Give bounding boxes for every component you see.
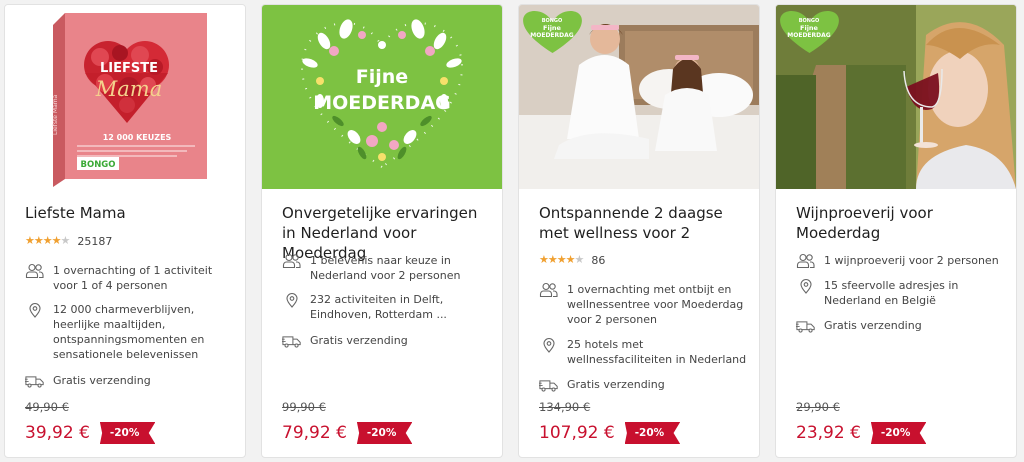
rating: ★ ★ ★ ★ ★ 25187 xyxy=(25,234,112,248)
discount-badge: -20% xyxy=(870,422,927,444)
star-icon: ★ xyxy=(42,234,53,247)
feature-people: 1 wijnproeverij voor 2 personen xyxy=(796,253,1006,269)
location-icon xyxy=(282,292,302,308)
feature-text: 25 hotels met wellnessfaciliteiten in Ne… xyxy=(567,338,747,366)
feature-location: 232 activiteiten in Delft, Eindhoven, Ro… xyxy=(282,292,492,322)
truck-icon xyxy=(25,373,45,389)
discount-badge: -20% xyxy=(99,422,156,444)
star-icon: ★ xyxy=(51,234,62,247)
truck-icon xyxy=(282,333,302,349)
sticker-line1: Fijne xyxy=(800,24,819,32)
old-price: 49,90 € xyxy=(25,400,69,414)
old-price: 29,90 € xyxy=(796,400,840,414)
feature-text: Gratis verzending xyxy=(310,334,408,347)
moederdag-heart-image: Fijne MOEDERDAG xyxy=(300,19,464,169)
product-image[interactable]: Fijne MOEDERDAG xyxy=(262,5,502,189)
star-empty-icon: ★ xyxy=(60,234,71,247)
star-icon: ★ xyxy=(556,253,567,266)
feature-text: 1 overnachting of 1 activiteit voor 1 of… xyxy=(53,264,213,292)
feature-shipping: Gratis verzending xyxy=(539,377,749,393)
price-row: 107,92 € -20% xyxy=(539,422,681,444)
price: 23,92 € xyxy=(796,423,861,443)
image-line2: MOEDERDAG xyxy=(313,92,451,114)
feature-people: 1 overnachting met ontbijt en wellnessen… xyxy=(539,282,749,327)
product-title[interactable]: Ontspannende 2 daagse met wellness voor … xyxy=(539,203,745,243)
price-row: 23,92 € -20% xyxy=(796,422,927,444)
price: 79,92 € xyxy=(282,423,347,443)
feature-shipping: Gratis verzending xyxy=(796,318,1006,334)
location-icon xyxy=(539,337,559,353)
feature-shipping: Gratis verzending xyxy=(282,333,492,349)
feature-text: 1 belevenis naar keuze in Nederland voor… xyxy=(310,254,461,282)
rating-count: 25187 xyxy=(77,234,113,248)
price: 39,92 € xyxy=(25,423,90,443)
feature-text: Gratis verzending xyxy=(567,378,665,391)
location-icon xyxy=(796,278,816,294)
star-icon: ★ xyxy=(547,253,558,266)
box-count: 12 000 KEUZES xyxy=(103,133,172,142)
location-icon xyxy=(25,302,45,318)
rating-count: 86 xyxy=(591,253,606,267)
feature-location: 25 hotels met wellnessfaciliteiten in Ne… xyxy=(539,337,749,367)
truck-icon xyxy=(539,377,559,393)
box-script: Mama xyxy=(95,77,162,101)
price-row: 79,92 € -20% xyxy=(282,422,413,444)
star-empty-icon: ★ xyxy=(574,253,585,266)
image-line1: Fijne xyxy=(356,66,408,88)
old-price: 134,90 € xyxy=(539,400,591,414)
product-title[interactable]: Wijnproeverij voor Moederdag xyxy=(796,203,1002,243)
feature-location: 12 000 charmeverblijven, heerlijke maalt… xyxy=(25,302,235,362)
feature-text: 232 activiteiten in Delft, Eindhoven, Ro… xyxy=(310,293,447,321)
discount-badge: -20% xyxy=(624,422,681,444)
feature-people: 1 belevenis naar keuze in Nederland voor… xyxy=(282,253,492,283)
wellness-photo: BONGO Fijne MOEDERDAG xyxy=(519,5,759,189)
box-side-text: Liefste Mama xyxy=(52,94,59,135)
price-row: 39,92 € -20% xyxy=(25,422,156,444)
product-card[interactable]: Fijne MOEDERDAG Onvergetelijke ervaringe… xyxy=(261,4,503,458)
sticker-line1: Fijne xyxy=(543,24,562,32)
sticker-line2: MOEDERDAG xyxy=(530,32,573,39)
sticker-line2: MOEDERDAG xyxy=(787,32,830,39)
star-icon: ★ xyxy=(539,253,549,266)
people-icon xyxy=(25,263,45,279)
feature-people: 1 overnachting of 1 activiteit voor 1 of… xyxy=(25,263,235,293)
wine-tasting-photo: BONGO Fijne MOEDERDAG xyxy=(776,5,1016,189)
discount-badge: -20% xyxy=(356,422,413,444)
star-icon: ★ xyxy=(565,253,576,266)
feature-text: 15 sfeervolle adresjes in Nederland en B… xyxy=(824,279,959,307)
people-icon xyxy=(796,253,816,269)
rating: ★ ★ ★ ★ ★ 86 xyxy=(539,253,605,267)
bongo-logo: BONGO xyxy=(80,160,115,170)
star-icon: ★ xyxy=(33,234,44,247)
feature-text: Gratis verzending xyxy=(53,374,151,387)
star-icon: ★ xyxy=(25,234,35,247)
product-card[interactable]: Liefste Mama LIEFSTE Mama 12 000 KEUZES xyxy=(4,4,246,458)
product-card[interactable]: BONGO Fijne MOEDERDAG Ontspannende 2 daa… xyxy=(518,4,760,458)
product-image[interactable]: BONGO Fijne MOEDERDAG xyxy=(519,5,759,189)
gift-box-image: Liefste Mama LIEFSTE Mama 12 000 KEUZES xyxy=(52,13,207,187)
feature-text: Gratis verzending xyxy=(824,319,922,332)
feature-location: 15 sfeervolle adresjes in Nederland en B… xyxy=(796,278,1006,308)
feature-shipping: Gratis verzending xyxy=(25,373,235,389)
product-title[interactable]: Liefste Mama xyxy=(25,203,231,223)
feature-text: 12 000 charmeverblijven, heerlijke maalt… xyxy=(53,303,205,361)
truck-icon xyxy=(796,318,816,334)
people-icon xyxy=(539,282,559,298)
product-image[interactable]: BONGO Fijne MOEDERDAG xyxy=(776,5,1016,189)
feature-text: 1 overnachting met ontbijt en wellnessen… xyxy=(567,283,744,326)
product-card[interactable]: BONGO Fijne MOEDERDAG Wijnproeverij voor… xyxy=(775,4,1017,458)
box-title: LIEFSTE xyxy=(100,61,158,76)
product-image[interactable]: Liefste Mama LIEFSTE Mama 12 000 KEUZES xyxy=(5,5,245,189)
old-price: 99,90 € xyxy=(282,400,326,414)
people-icon xyxy=(282,253,302,269)
price: 107,92 € xyxy=(539,423,615,443)
feature-text: 1 wijnproeverij voor 2 personen xyxy=(824,254,999,267)
